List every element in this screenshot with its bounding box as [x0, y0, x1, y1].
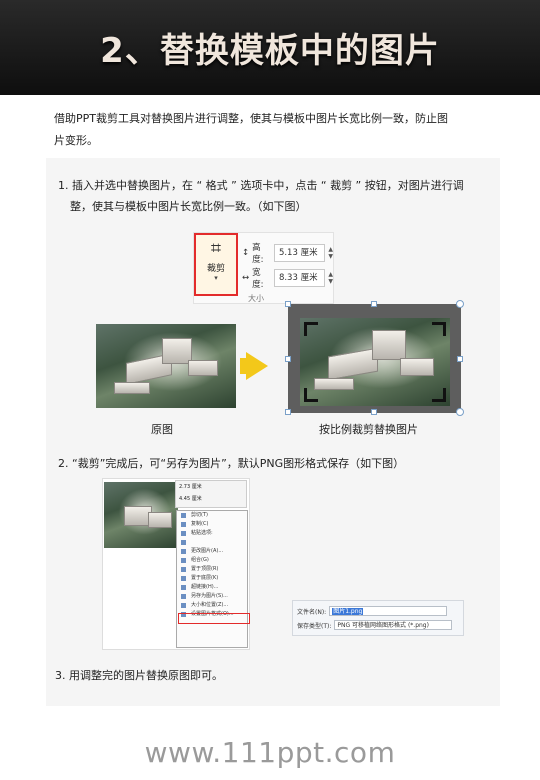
resize-handle[interactable] — [371, 301, 377, 307]
cropped-image — [300, 318, 450, 406]
caption-original: 原图 — [151, 423, 173, 436]
step-1-text: 1. 插入并选中替换图片，在 “ 格式 ” 选项卡中，点击 “ 裁剪 ” 按钮，… — [58, 175, 498, 217]
height-field[interactable]: 5.13 厘米 — [273, 244, 326, 262]
filename-label: 文件名(N): — [297, 608, 327, 616]
crop-button[interactable]: ⌗ 裁剪 ▾ — [194, 233, 238, 296]
step-1-line-1: 1. 插入并选中替换图片，在 “ 格式 ” 选项卡中，点击 “ 裁剪 ” 按钮，… — [58, 179, 464, 192]
context-menu-item[interactable]: 置于底层(K) — [177, 574, 247, 583]
arrow-right-icon — [246, 352, 268, 380]
filename-value: 图片1.png — [332, 608, 364, 615]
context-menu-item[interactable] — [177, 538, 247, 547]
width-row: ↔ 宽度: 8.33 厘米 ▲ ▼ — [242, 266, 333, 290]
height-label: 高度: — [252, 243, 264, 265]
context-menu-item[interactable]: 组合(G) — [177, 556, 247, 565]
step-2-text: 2. “裁剪”完成后，可“另存为图片”，默认PNG图形格式保存（如下图） — [58, 457, 405, 470]
chevron-down-icon: ▾ — [214, 274, 218, 282]
size-group-label: 大小 — [248, 294, 264, 303]
crop-corner-tl[interactable] — [304, 322, 318, 336]
footer-url: www.111ppt.com — [144, 736, 396, 769]
resize-handle[interactable] — [285, 356, 291, 362]
crop-label: 裁剪 — [206, 264, 225, 274]
filename-field[interactable]: 图片1.png — [329, 606, 448, 616]
intro-line-1: 借助PPT裁剪工具对替换图片进行调整，使其与模板中图片长宽比例一致，防止图 — [54, 112, 448, 125]
save-as-picture-highlight — [178, 613, 250, 624]
height-icon: ↕ — [242, 248, 250, 258]
page-header: 2、替换模板中的图片 — [0, 0, 540, 95]
page-title: 2、替换模板中的图片 — [100, 31, 440, 71]
filetype-label: 保存类型(T): — [297, 622, 332, 630]
context-menu-item[interactable]: 剪切(T) — [177, 511, 247, 520]
height-row: ↕ 高度: 5.13 厘米 ▲ ▼ — [242, 241, 333, 265]
width-field[interactable]: 8.33 厘米 — [273, 269, 326, 287]
width-spinner[interactable]: ▲ ▼ — [328, 271, 333, 285]
width-icon: ↔ — [242, 273, 250, 283]
step-3-text: 3. 用调整完的图片替换原图即可。 — [55, 669, 223, 682]
context-menu-item[interactable]: 粘贴选项: — [177, 529, 247, 538]
resize-handle[interactable] — [457, 356, 463, 362]
crop-corner-tr[interactable] — [432, 322, 446, 336]
context-menu-item[interactable]: 更改图片(A)... — [177, 547, 247, 556]
intro-paragraph: 借助PPT裁剪工具对替换图片进行调整，使其与模板中图片长宽比例一致，防止图 片变… — [54, 108, 494, 152]
resize-handle[interactable] — [371, 409, 377, 415]
step-1-line-2: 整，使其与模板中图片长宽比例一致。（如下图） — [70, 200, 307, 213]
filetype-select[interactable]: PNG 可移植网络图形格式 (*.png) — [334, 620, 453, 630]
mini-toolbar-value-1: 2.73 厘米 — [179, 484, 202, 490]
ribbon-size-group: ⌗ 裁剪 ▾ ↕ 高度: 5.13 厘米 ▲ ▼ ↔ 宽度: 8.33 厘米 ▲ ▼… — [193, 232, 334, 304]
context-menu-item[interactable]: 大小和位置(Z)... — [177, 601, 247, 610]
crop-icon: ⌗ — [210, 238, 222, 259]
context-menu-item[interactable]: 复制(C) — [177, 520, 247, 529]
height-spinner[interactable]: ▲ ▼ — [328, 246, 333, 260]
context-menu-item[interactable]: 超链接(H)... — [177, 583, 247, 592]
resize-handle[interactable] — [285, 301, 291, 307]
rotate-handle[interactable] — [456, 300, 464, 308]
context-menu-item[interactable]: 另存为图片(S)... — [177, 592, 247, 601]
context-menu-item[interactable]: 置于顶层(R) — [177, 565, 247, 574]
crop-corner-bl[interactable] — [304, 388, 318, 402]
context-menu: 剪切(T) 复制(C) 粘贴选项: 更改图片(A)... 组合(G) 置于顶层(R) 置于底… — [176, 510, 248, 648]
filetype-row: 保存类型(T): PNG 可移植网络图形格式 (*.png) — [297, 620, 453, 630]
width-label: 宽度: — [252, 268, 264, 290]
resize-handle[interactable] — [285, 409, 291, 415]
caption-cropped: 按比例裁剪替换图片 — [319, 423, 418, 436]
save-dialog: 文件名(N): 图片1.png 保存类型(T): PNG 可移植网络图形格式 (… — [292, 600, 464, 636]
mini-toolbar: 2.73 厘米 4.45 厘米 — [175, 480, 247, 508]
crop-corner-br[interactable] — [432, 388, 446, 402]
original-image — [96, 324, 236, 408]
rotate-handle[interactable] — [456, 408, 464, 416]
filename-row: 文件名(N): 图片1.png — [297, 606, 448, 616]
mini-photo — [104, 482, 178, 548]
intro-line-2: 片变形。 — [54, 134, 98, 147]
mini-toolbar-value-2: 4.45 厘米 — [179, 496, 202, 502]
